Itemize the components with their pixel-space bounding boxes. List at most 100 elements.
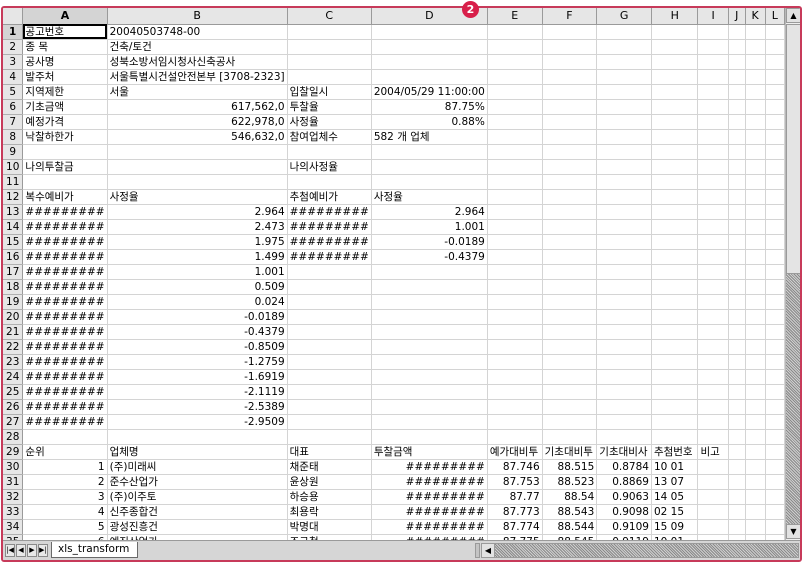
first-sheet-icon[interactable]: |◀ xyxy=(5,544,15,557)
cell-l20[interactable] xyxy=(765,309,785,325)
row-header[interactable]: 15 xyxy=(3,234,24,250)
cell-l7[interactable] xyxy=(765,114,785,130)
cell-l21[interactable] xyxy=(765,324,785,340)
cell-g24[interactable] xyxy=(596,369,652,385)
cell-b13[interactable]: 2.964 xyxy=(107,204,288,220)
cell-k28[interactable] xyxy=(745,429,766,445)
column-header-j[interactable]: J xyxy=(728,8,746,25)
cell-c23[interactable] xyxy=(287,354,372,370)
cell-j23[interactable] xyxy=(728,354,746,370)
row-header[interactable]: 19 xyxy=(3,294,24,310)
cell-k24[interactable] xyxy=(745,369,766,385)
cell-e26[interactable] xyxy=(487,399,543,415)
cell-i17[interactable] xyxy=(697,264,729,280)
cell-e10[interactable] xyxy=(487,159,543,175)
cell-f25[interactable] xyxy=(542,384,598,400)
cell-j19[interactable] xyxy=(728,294,746,310)
cell-j32[interactable] xyxy=(728,489,746,505)
cell-h30[interactable]: 10 01 xyxy=(651,459,699,475)
cell-j14[interactable] xyxy=(728,219,746,235)
cell-c4[interactable] xyxy=(287,69,372,85)
cell-l13[interactable] xyxy=(765,204,785,220)
cell-g18[interactable] xyxy=(596,279,652,295)
cell-f27[interactable] xyxy=(542,414,598,430)
cell-h28[interactable] xyxy=(651,429,699,445)
cell-j33[interactable] xyxy=(728,504,746,520)
cell-f15[interactable] xyxy=(542,234,598,250)
row-header[interactable]: 6 xyxy=(3,99,24,115)
cell-c2[interactable] xyxy=(287,39,372,55)
cell-k19[interactable] xyxy=(745,294,766,310)
cell-l5[interactable] xyxy=(765,84,785,100)
cell-k2[interactable] xyxy=(745,39,766,55)
row-header[interactable]: 33 xyxy=(3,504,24,520)
cell-e22[interactable] xyxy=(487,339,543,355)
cell-f26[interactable] xyxy=(542,399,598,415)
cell-l23[interactable] xyxy=(765,354,785,370)
cell-e7[interactable] xyxy=(487,114,543,130)
cell-h25[interactable] xyxy=(651,384,699,400)
cell-g15[interactable] xyxy=(596,234,652,250)
cell-f17[interactable] xyxy=(542,264,598,280)
cell-i5[interactable] xyxy=(697,84,729,100)
cell-g6[interactable] xyxy=(596,99,652,115)
row-header[interactable]: 34 xyxy=(3,519,24,535)
cell-a1[interactable]: 공고번호 xyxy=(22,24,108,40)
cell-k10[interactable] xyxy=(745,159,766,175)
cell-l8[interactable] xyxy=(765,129,785,145)
cell-h2[interactable] xyxy=(651,39,699,55)
cell-d3[interactable] xyxy=(371,54,488,70)
cell-c11[interactable] xyxy=(287,174,372,190)
cell-b22[interactable]: -0.8509 xyxy=(107,339,288,355)
cell-j5[interactable] xyxy=(728,84,746,100)
cell-i26[interactable] xyxy=(697,399,729,415)
cell-e4[interactable] xyxy=(487,69,543,85)
cell-c25[interactable] xyxy=(287,384,372,400)
cell-j20[interactable] xyxy=(728,309,746,325)
cell-i11[interactable] xyxy=(697,174,729,190)
cell-h13[interactable] xyxy=(651,204,699,220)
cell-c7[interactable]: 사정율 xyxy=(287,114,372,130)
sheet-tab-xls-transform[interactable]: xls_transform xyxy=(51,542,139,558)
cell-i30[interactable] xyxy=(697,459,729,475)
cell-l2[interactable] xyxy=(765,39,785,55)
cell-c3[interactable] xyxy=(287,54,372,70)
cell-f23[interactable] xyxy=(542,354,598,370)
cell-h29[interactable]: 추첨번호 xyxy=(651,444,699,460)
cell-l33[interactable] xyxy=(765,504,785,520)
cell-h12[interactable] xyxy=(651,189,699,205)
cell-b18[interactable]: 0.509 xyxy=(107,279,288,295)
cell-j9[interactable] xyxy=(728,144,746,160)
row-header[interactable]: 7 xyxy=(3,114,24,130)
cell-g10[interactable] xyxy=(596,159,652,175)
cell-h8[interactable] xyxy=(651,129,699,145)
cell-k4[interactable] xyxy=(745,69,766,85)
column-header-f[interactable]: F xyxy=(542,8,598,25)
cell-b2[interactable]: 건축/토건 xyxy=(107,39,288,55)
cell-l25[interactable] xyxy=(765,384,785,400)
cell-g9[interactable] xyxy=(596,144,652,160)
row-header[interactable]: 27 xyxy=(3,414,24,430)
next-sheet-icon[interactable]: ▶ xyxy=(27,544,37,557)
cell-i22[interactable] xyxy=(697,339,729,355)
cell-g5[interactable] xyxy=(596,84,652,100)
cell-g8[interactable] xyxy=(596,129,652,145)
cell-g33[interactable]: 0.9098 xyxy=(596,504,652,520)
cell-d6[interactable]: 87.75% xyxy=(371,99,488,115)
cell-g32[interactable]: 0.9063 xyxy=(596,489,652,505)
cell-e30[interactable]: 87.746 xyxy=(487,459,543,475)
row-header[interactable]: 11 xyxy=(3,174,24,190)
cell-g28[interactable] xyxy=(596,429,652,445)
cell-d16[interactable]: -0.4379 xyxy=(371,249,488,265)
row-header[interactable]: 21 xyxy=(3,324,24,340)
cell-i23[interactable] xyxy=(697,354,729,370)
cell-d23[interactable] xyxy=(371,354,488,370)
row-header[interactable]: 22 xyxy=(3,339,24,355)
cell-a31[interactable]: 2 xyxy=(22,474,108,490)
cell-d2[interactable] xyxy=(371,39,488,55)
cell-h6[interactable] xyxy=(651,99,699,115)
cell-h15[interactable] xyxy=(651,234,699,250)
cell-g16[interactable] xyxy=(596,249,652,265)
cell-d29[interactable]: 투찰금액 xyxy=(371,444,488,460)
cell-k1[interactable] xyxy=(745,24,766,40)
